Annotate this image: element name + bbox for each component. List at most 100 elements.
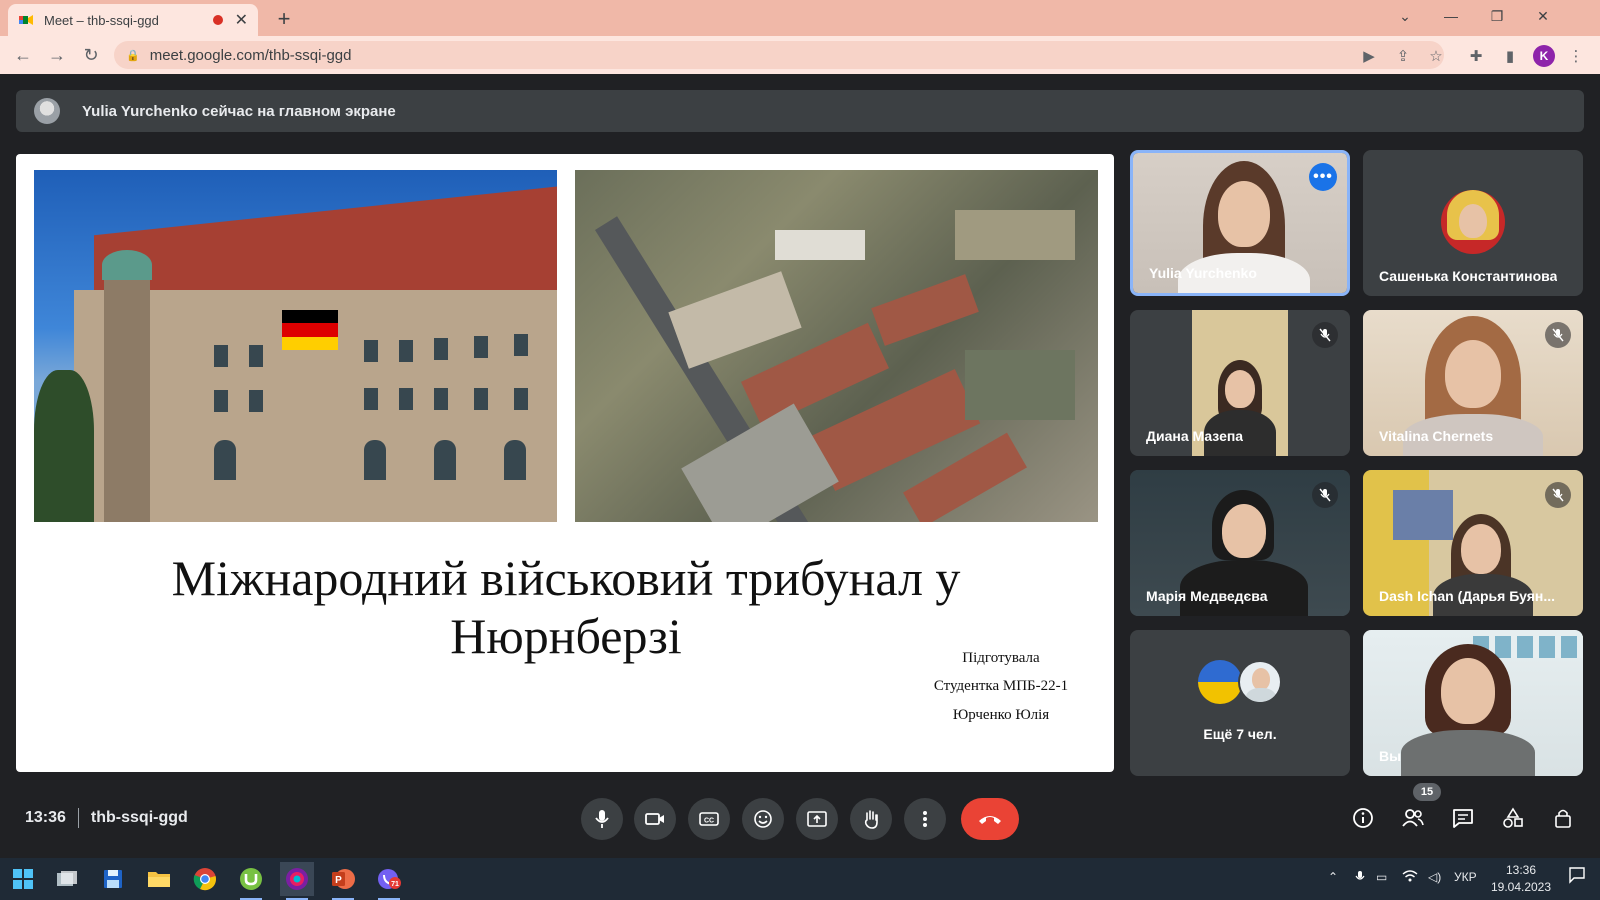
aerial-city-photo [575,170,1098,522]
tab-search-icon[interactable]: ⌄ [1382,0,1428,32]
save-app-button[interactable] [96,862,130,896]
divider [77,808,79,828]
participant-tile[interactable]: Dash Ichan (Дарья Буян... [1363,470,1583,616]
taskbar-clock[interactable]: 13:36 19.04.2023 [1486,862,1556,896]
mic-icon [595,810,609,828]
present-button[interactable] [796,798,838,840]
presentation-slide: Міжнародний військовий трибунал у Нюрнбе… [16,154,1114,772]
participant-name: Сашенька Константинова [1379,268,1558,284]
windows-start-icon [13,869,33,889]
share-icon[interactable]: ⇪ [1392,45,1414,67]
muted-mic-icon [1545,482,1571,508]
wifi-icon[interactable] [1402,870,1418,885]
participant-name: Dash Ichan (Дарья Буян... [1379,588,1555,604]
participant-name: Марія Медведєва [1146,588,1268,604]
chat-button[interactable] [1447,802,1479,834]
participant-count-badge: 15 [1413,783,1441,801]
task-view-button[interactable] [50,862,84,896]
forward-icon[interactable]: → [44,42,70,68]
self-view-tile[interactable]: Вы [1363,630,1583,776]
activities-button[interactable] [1497,802,1529,834]
file-explorer-icon [148,872,170,887]
bookmark-star-icon[interactable]: ☆ [1425,45,1447,67]
meeting-details-button[interactable] [1347,802,1379,834]
presenting-banner-text: Yulia Yurchenko сейчас на главном экране [82,102,396,120]
battery-icon[interactable]: ▭ [1376,870,1387,884]
participant-tile[interactable]: ••• Yulia Yurchenko [1130,150,1350,296]
raise-hand-icon [864,810,878,829]
participant-avatar [1441,190,1505,254]
input-language[interactable]: УКР [1454,870,1477,884]
utorrent-icon [240,868,262,890]
reactions-button[interactable] [742,798,784,840]
browser-toolbar: ← → ↻ 🔒 meet.google.com/thb-ssqi-ggd ▶ ⇪… [0,36,1600,74]
meeting-code: thb-ssqi-ggd [90,809,188,826]
clock-time: 13:36 [1505,863,1537,877]
svg-text:P: P [335,875,342,886]
viber-badge: 71 [391,881,399,888]
more-options-icon[interactable]: ••• [1309,163,1337,191]
participant-tile[interactable]: Vitalina Chernets [1363,310,1583,456]
activities-icon [1503,807,1523,828]
mic-button[interactable] [581,798,623,840]
camera-in-use-icon[interactable]: ▶ [1358,45,1380,67]
courthouse-photo [34,170,557,522]
raise-hand-button[interactable] [850,798,892,840]
extensions-icon[interactable]: ✚ [1465,45,1487,67]
minimize-icon[interactable]: — [1428,0,1474,32]
screen-recorder-button[interactable] [280,862,314,900]
host-controls-icon [1555,809,1571,828]
profile-avatar[interactable]: K [1533,45,1555,67]
reload-icon[interactable]: ↻ [78,42,104,68]
utorrent-button[interactable] [234,862,268,900]
participant-tile[interactable]: Сашенька Константинова [1363,150,1583,296]
viber-icon: 71 [378,869,401,889]
recording-indicator-icon [212,15,223,25]
more-participants-tile[interactable]: Ещё 7 чел. [1130,630,1350,776]
participant-tile[interactable]: Марія Медведєва [1130,470,1350,616]
browser-tab[interactable]: Meet – thb-ssqi-ggd ✕ [8,4,258,36]
screen-recorder-icon [286,868,308,890]
info-icon [1353,808,1373,828]
microphone-tray-icon[interactable] [1354,870,1366,887]
more-options-icon [923,811,927,827]
captions-icon: CC [699,812,719,826]
participant-avatar [1238,660,1282,704]
host-controls-button[interactable] [1547,802,1579,834]
chrome-icon [193,868,216,891]
lock-icon[interactable]: 🔒 [126,49,140,62]
show-hidden-icons-icon[interactable]: ⌃ [1328,870,1338,884]
clock-date: 19.04.2023 [1490,880,1552,894]
notification-center-icon[interactable] [1568,866,1586,887]
viber-button[interactable]: 71 [372,862,406,900]
muted-mic-icon [1312,482,1338,508]
address-bar[interactable]: 🔒 meet.google.com/thb-ssqi-ggd [114,41,1444,69]
people-button[interactable] [1397,802,1429,834]
participant-tile[interactable]: Диана Мазепа [1130,310,1350,456]
camera-icon [645,813,664,825]
svg-text:CC: CC [704,818,714,825]
file-explorer-button[interactable] [142,862,176,896]
muted-mic-icon [1545,322,1571,348]
leave-call-button[interactable] [961,798,1019,840]
close-tab-icon[interactable]: ✕ [235,10,248,30]
back-icon[interactable]: ← [10,42,36,68]
powerpoint-button[interactable]: P [326,862,360,900]
task-view-icon [57,871,77,886]
more-options-button[interactable] [904,798,946,840]
close-window-icon[interactable]: ✕ [1520,0,1566,32]
restore-icon[interactable]: ❐ [1474,0,1520,32]
new-tab-icon[interactable]: + [272,6,296,32]
chat-icon [1453,809,1473,828]
tab-title: Meet – thb-ssqi-ggd [44,12,159,28]
camera-button[interactable] [634,798,676,840]
side-panel-icon[interactable]: ▮ [1499,45,1521,67]
windows-start-button[interactable] [6,862,40,896]
end-call-icon [979,816,1001,824]
captions-button[interactable]: CC [688,798,730,840]
emoji-icon [754,810,772,828]
chrome-button[interactable] [188,862,222,896]
volume-icon[interactable]: ◁) [1428,870,1441,884]
browser-menu-icon[interactable]: ⋮ [1565,45,1587,67]
muted-mic-icon [1312,322,1338,348]
